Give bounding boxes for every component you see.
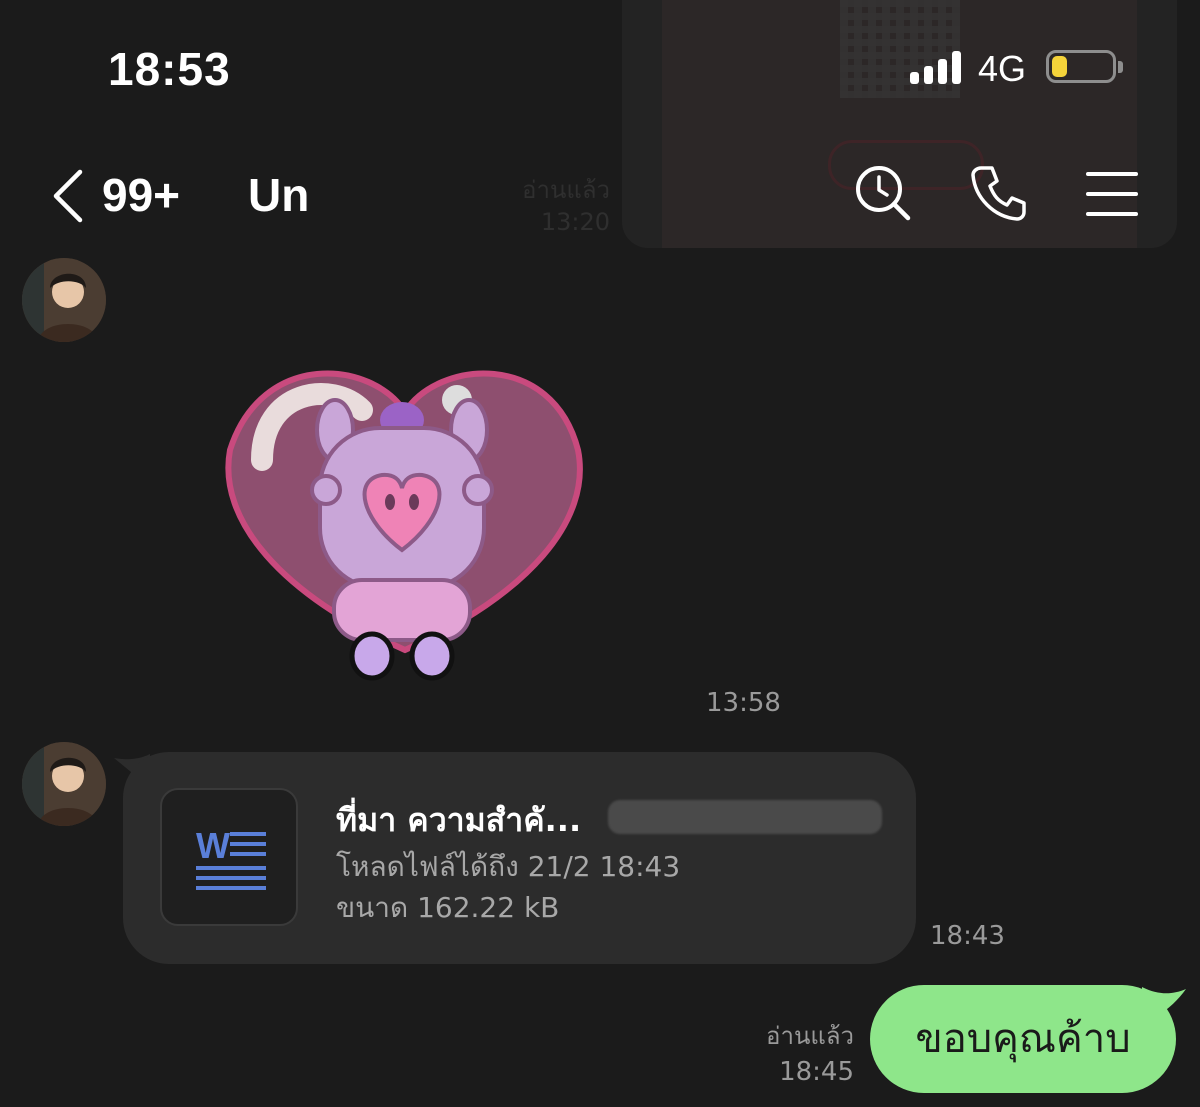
- status-time: 18:53: [108, 43, 231, 95]
- file-size: ขนาด 162.22 kB: [336, 891, 560, 924]
- sticker-image: [225, 370, 583, 681]
- message-time: 18:45: [779, 1057, 854, 1087]
- chat-title[interactable]: Un: [248, 168, 309, 222]
- background-read-label: อ่านแล้ว: [522, 176, 610, 204]
- avatar-photo: [22, 742, 106, 826]
- message-time: 13:58: [706, 688, 781, 718]
- file-expiry: โหลดไฟล์ได้ถึง 21/2 18:43: [336, 850, 681, 883]
- file-name[interactable]: ที่มา ความสำคั...: [336, 795, 581, 846]
- avatar[interactable]: [22, 742, 106, 826]
- unread-count[interactable]: 99+: [102, 168, 180, 222]
- avatar-photo: [22, 258, 106, 342]
- search-history-icon[interactable]: [854, 164, 912, 222]
- battery-tip: [1118, 61, 1123, 73]
- back-icon[interactable]: [50, 168, 86, 224]
- message-time: 18:43: [930, 921, 1005, 951]
- background-read-time: 13:20: [540, 208, 610, 236]
- network-type: 4G: [978, 48, 1027, 89]
- word-file-icon: W: [160, 788, 298, 926]
- battery-icon: [1046, 50, 1116, 83]
- background-read-receipt: อ่านแล้ว 13:20: [490, 174, 610, 238]
- redacted-text: [608, 800, 882, 834]
- avatar[interactable]: [22, 258, 106, 342]
- word-document-icon: W: [196, 825, 266, 890]
- read-label: อ่านแล้ว: [766, 1022, 854, 1050]
- menu-icon[interactable]: [1084, 164, 1142, 222]
- svg-text:W: W: [196, 825, 230, 866]
- signal-icon: [910, 50, 966, 84]
- outgoing-message-text[interactable]: ขอบคุณค้าบ: [870, 985, 1176, 1093]
- phone-icon[interactable]: [970, 164, 1028, 222]
- read-receipt: อ่านแล้ว 18:45: [766, 1016, 854, 1087]
- battery-level: [1052, 56, 1067, 77]
